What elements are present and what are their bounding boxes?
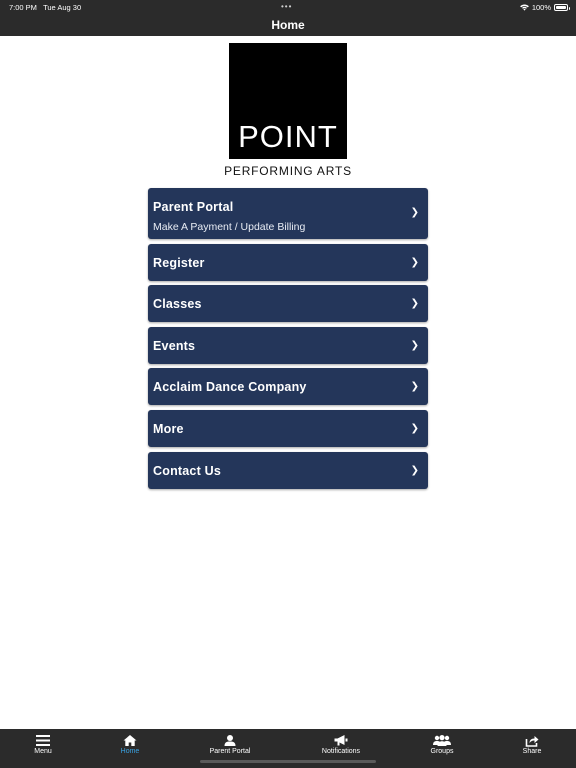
tab-home[interactable]: Home (100, 729, 160, 768)
multitask-dots[interactable]: ••• (281, 2, 292, 11)
nav-bar: Home (0, 14, 576, 36)
menu-item-label: Acclaim Dance Company (153, 380, 307, 395)
hamburger-icon (36, 735, 50, 746)
chevron-right-icon: ❯ (410, 256, 419, 268)
tab-label: Menu (34, 748, 52, 755)
status-right: 100% (519, 3, 570, 12)
menu-item-register[interactable]: Register ❯ (148, 243, 428, 281)
tab-share[interactable]: Share (502, 729, 562, 768)
tab-label: Groups (430, 748, 454, 755)
battery-icon (554, 4, 570, 11)
menu-item-label: Events (153, 338, 196, 353)
status-bar: 7:00 PM Tue Aug 30 ••• 100% (0, 0, 576, 14)
wifi-icon (519, 4, 529, 11)
share-icon (525, 736, 539, 747)
menu-item-label: Contact Us (153, 463, 221, 478)
group-icon (433, 735, 451, 746)
tab-groups[interactable]: Groups (412, 729, 472, 768)
home-icon (123, 735, 137, 746)
status-time: 7:00 PM Tue Aug 30 (9, 3, 82, 12)
menu-item-parent-portal[interactable]: Parent Portal Make A Payment / Update Bi… (148, 188, 428, 239)
tab-menu[interactable]: Menu (13, 729, 73, 768)
battery-percent: 100% (531, 3, 551, 12)
tab-label: Parent Portal (209, 748, 251, 755)
main-menu: Parent Portal Make A Payment / Update Bi… (148, 188, 428, 493)
menu-item-label: Classes (153, 297, 202, 312)
tab-label: Notifications (321, 748, 361, 755)
chevron-right-icon: ❯ (410, 464, 419, 476)
chevron-right-icon: ❯ (410, 207, 419, 218)
menu-item-more[interactable]: More ❯ (148, 409, 428, 447)
logo-subtitle: PERFORMING ARTS (224, 164, 352, 178)
logo: POINT (229, 43, 347, 159)
menu-item-acclaim-dance-company[interactable]: Acclaim Dance Company ❯ (148, 368, 428, 406)
menu-item-label: Parent Portal (153, 200, 234, 214)
chevron-right-icon: ❯ (410, 339, 419, 351)
chevron-right-icon: ❯ (410, 298, 419, 310)
tab-label: Share (522, 748, 542, 755)
logo-wordmark: POINT (238, 119, 338, 154)
page-title: Home (271, 18, 305, 32)
home-indicator[interactable] (200, 760, 376, 763)
tab-label: Home (120, 748, 140, 755)
menu-item-label: More (153, 421, 184, 436)
chevron-right-icon: ❯ (410, 422, 419, 434)
menu-item-sublabel: Make A Payment / Update Billing (153, 221, 306, 233)
menu-item-classes[interactable]: Classes ❯ (148, 285, 428, 323)
megaphone-icon (334, 735, 348, 746)
menu-item-contact-us[interactable]: Contact Us ❯ (148, 451, 428, 489)
menu-item-events[interactable]: Events ❯ (148, 326, 428, 364)
menu-item-label: Register (153, 255, 205, 270)
person-icon (224, 735, 236, 746)
chevron-right-icon: ❯ (410, 381, 419, 393)
